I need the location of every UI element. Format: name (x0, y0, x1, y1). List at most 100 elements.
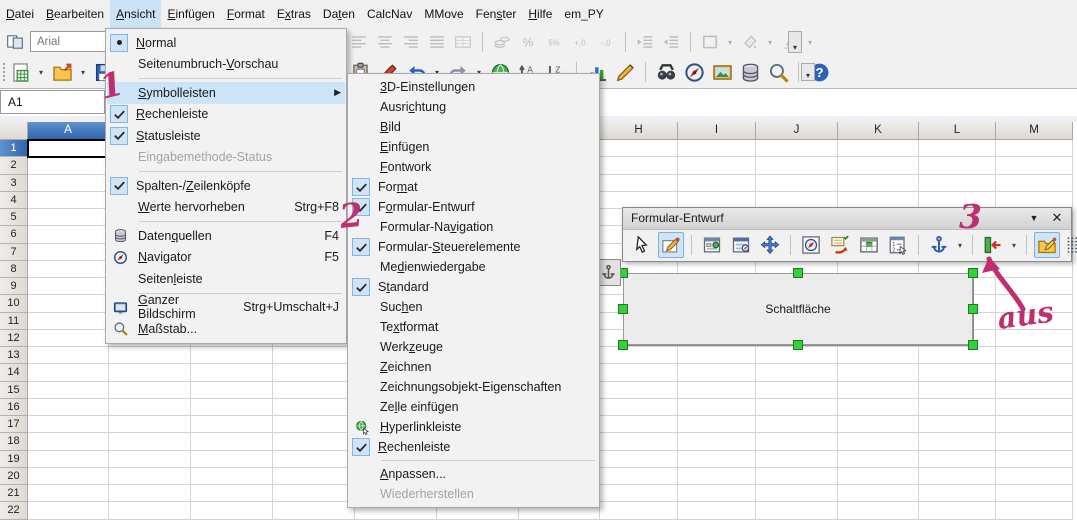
column-header-m[interactable]: M (996, 122, 1073, 140)
menubar-item-daten[interactable]: Daten (317, 0, 361, 28)
row-header-10[interactable]: 10 (0, 295, 28, 312)
new-doc-dropdown-arrow[interactable]: ▾ (36, 68, 46, 77)
menu-item-rechenleiste[interactable]: Rechenleiste (349, 437, 598, 457)
row-header-15[interactable]: 15 (0, 382, 28, 399)
indent-decrease-icon[interactable] (660, 31, 682, 53)
menu-item-einfuegen[interactable]: Einfügen (349, 137, 598, 157)
number-format-icon[interactable]: 5% (543, 31, 565, 53)
column-header-j[interactable]: J (756, 122, 838, 140)
new-doc-icon[interactable] (8, 60, 32, 84)
menu-item-spalten-zeilenkoepfe[interactable]: Spalten-/Zeilenköpfe (107, 175, 345, 197)
merge-cells-icon[interactable] (452, 31, 474, 53)
align-left-icon[interactable] (348, 31, 370, 53)
navigator-icon[interactable] (682, 60, 706, 84)
row-header-9[interactable]: 9 (0, 278, 28, 295)
sheet-corner[interactable] (0, 122, 28, 140)
draw-functions-icon[interactable] (613, 60, 637, 84)
row-header-11[interactable]: 11 (0, 313, 28, 330)
open-icon[interactable] (50, 60, 74, 84)
anchor-button[interactable] (926, 232, 952, 258)
menu-item-medienwiedergabe[interactable]: Medienwiedergabe (349, 257, 598, 277)
menu-item-format[interactable]: Format (349, 177, 598, 197)
background-color-dropdown-arrow[interactable]: ▾ (765, 38, 775, 47)
column-header-h[interactable]: H (600, 122, 678, 140)
menu-item-datenquellen[interactable]: DatenquellenF4 (107, 225, 345, 247)
menu-item-bild[interactable]: Bild (349, 117, 598, 137)
menu-item-3d-einstellungen[interactable]: 3D-Einstellungen (349, 77, 598, 97)
delete-decimal-icon[interactable]: -,0 (595, 31, 617, 53)
find-replace-icon[interactable] (654, 60, 678, 84)
open-in-design-mode-button[interactable] (1034, 232, 1060, 258)
control-properties-button[interactable] (699, 232, 725, 258)
add-decimal-icon[interactable]: +,0 (569, 31, 591, 53)
row-header-6[interactable]: 6 (0, 226, 28, 243)
alignment-dropdown-arrow[interactable]: ▾ (1009, 241, 1019, 250)
menubar-item-mmove[interactable]: MMove (418, 0, 469, 28)
activation-order-button[interactable]: 12 (885, 232, 911, 258)
anchor-dropdown-arrow[interactable]: ▾ (955, 241, 965, 250)
menu-item-formular-navigation[interactable]: Formular-Navigation (349, 217, 598, 237)
design-mode-button[interactable] (658, 232, 684, 258)
menu-item-anpassen[interactable]: Anpassen... (349, 464, 598, 484)
display-grid-button[interactable] (1063, 232, 1077, 258)
selection-handle[interactable] (618, 340, 628, 350)
row-header-18[interactable]: 18 (0, 433, 28, 450)
row-header-1[interactable]: 1 (0, 140, 28, 157)
selected-cell-a1[interactable] (27, 139, 110, 158)
column-header-a[interactable]: A (28, 122, 109, 140)
menubar-item-calcnav[interactable]: CalcNav (361, 0, 418, 28)
font-color-dropdown-arrow[interactable]: ▾ (805, 38, 815, 47)
row-header-2[interactable]: 2 (0, 157, 28, 174)
selection-handle[interactable] (968, 340, 978, 350)
menu-item-massstab[interactable]: Maßstab... (107, 318, 345, 340)
menu-item-fontwork[interactable]: Fontwork (349, 157, 598, 177)
row-header-19[interactable]: 19 (0, 451, 28, 468)
row-header-22[interactable]: 22 (0, 502, 28, 519)
menu-item-zeichnen[interactable]: Zeichnen (349, 357, 598, 377)
menu-item-statusleiste[interactable]: Statusleiste (107, 125, 345, 147)
menu-item-rechenleiste[interactable]: Rechenleiste (107, 104, 345, 126)
menu-item-ausrichtung[interactable]: Ausrichtung (349, 97, 598, 117)
align-center-icon[interactable] (374, 31, 396, 53)
table-control-button[interactable] (856, 232, 882, 258)
row-header-14[interactable]: 14 (0, 364, 28, 381)
align-justify-icon[interactable] (426, 31, 448, 53)
currency-icon[interactable] (491, 31, 513, 53)
percent-icon[interactable]: % (517, 31, 539, 53)
sidebar-icon[interactable] (4, 31, 26, 53)
menubar-item-hilfe[interactable]: Hilfe (522, 0, 558, 28)
borders-dropdown-arrow[interactable]: ▾ (725, 38, 735, 47)
row-header-4[interactable]: 4 (0, 192, 28, 209)
menubar-item-fenster[interactable]: Fenster (470, 0, 523, 28)
borders-icon[interactable] (699, 31, 721, 53)
column-header-l[interactable]: L (919, 122, 996, 140)
menubar-item-format[interactable]: Format (221, 0, 271, 28)
close-icon[interactable]: ✕ (1048, 208, 1066, 229)
data-sources-icon[interactable] (738, 60, 762, 84)
menu-item-seitenleiste[interactable]: Seitenleiste (107, 268, 345, 290)
zoom-icon[interactable] (766, 60, 790, 84)
menu-item-zeichnungsobjekt-eigenschaften[interactable]: Zeichnungsobjekt-Eigenschaften (349, 377, 598, 397)
menu-item-werte-hervorheben[interactable]: Werte hervorhebenStrg+F8 (107, 197, 345, 219)
menu-item-normal[interactable]: Normal (107, 32, 345, 54)
alignment-button[interactable] (980, 232, 1006, 258)
selection-handle[interactable] (618, 304, 628, 314)
background-color-icon[interactable] (739, 31, 761, 53)
column-header-i[interactable]: I (678, 122, 756, 140)
row-header-5[interactable]: 5 (0, 209, 28, 226)
form-properties-button[interactable] (728, 232, 754, 258)
toolbar-menu-arrow-icon[interactable]: ▼ (1025, 208, 1043, 229)
selection-handle[interactable] (793, 268, 803, 278)
menubar-item-extras[interactable]: Extras (271, 0, 317, 28)
menu-item-seitenumbruch-vorschau[interactable]: Seitenumbruch-Vorschau (107, 54, 345, 76)
menubar-item-ansicht[interactable]: Ansicht (110, 0, 161, 28)
row-header-12[interactable]: 12 (0, 330, 28, 347)
menubar-item-em-py[interactable]: em_PY (558, 0, 609, 28)
toolbar-overflow-button[interactable]: ▾ (801, 63, 815, 81)
menu-item-formular-steuerelemente[interactable]: Formular-Steuerelemente (349, 237, 598, 257)
menu-item-suchen[interactable]: Suchen (349, 297, 598, 317)
row-header-16[interactable]: 16 (0, 399, 28, 416)
selection-handle[interactable] (793, 340, 803, 350)
menubar-item-bearbeiten[interactable]: Bearbeiten (40, 0, 110, 28)
align-right-icon[interactable] (400, 31, 422, 53)
